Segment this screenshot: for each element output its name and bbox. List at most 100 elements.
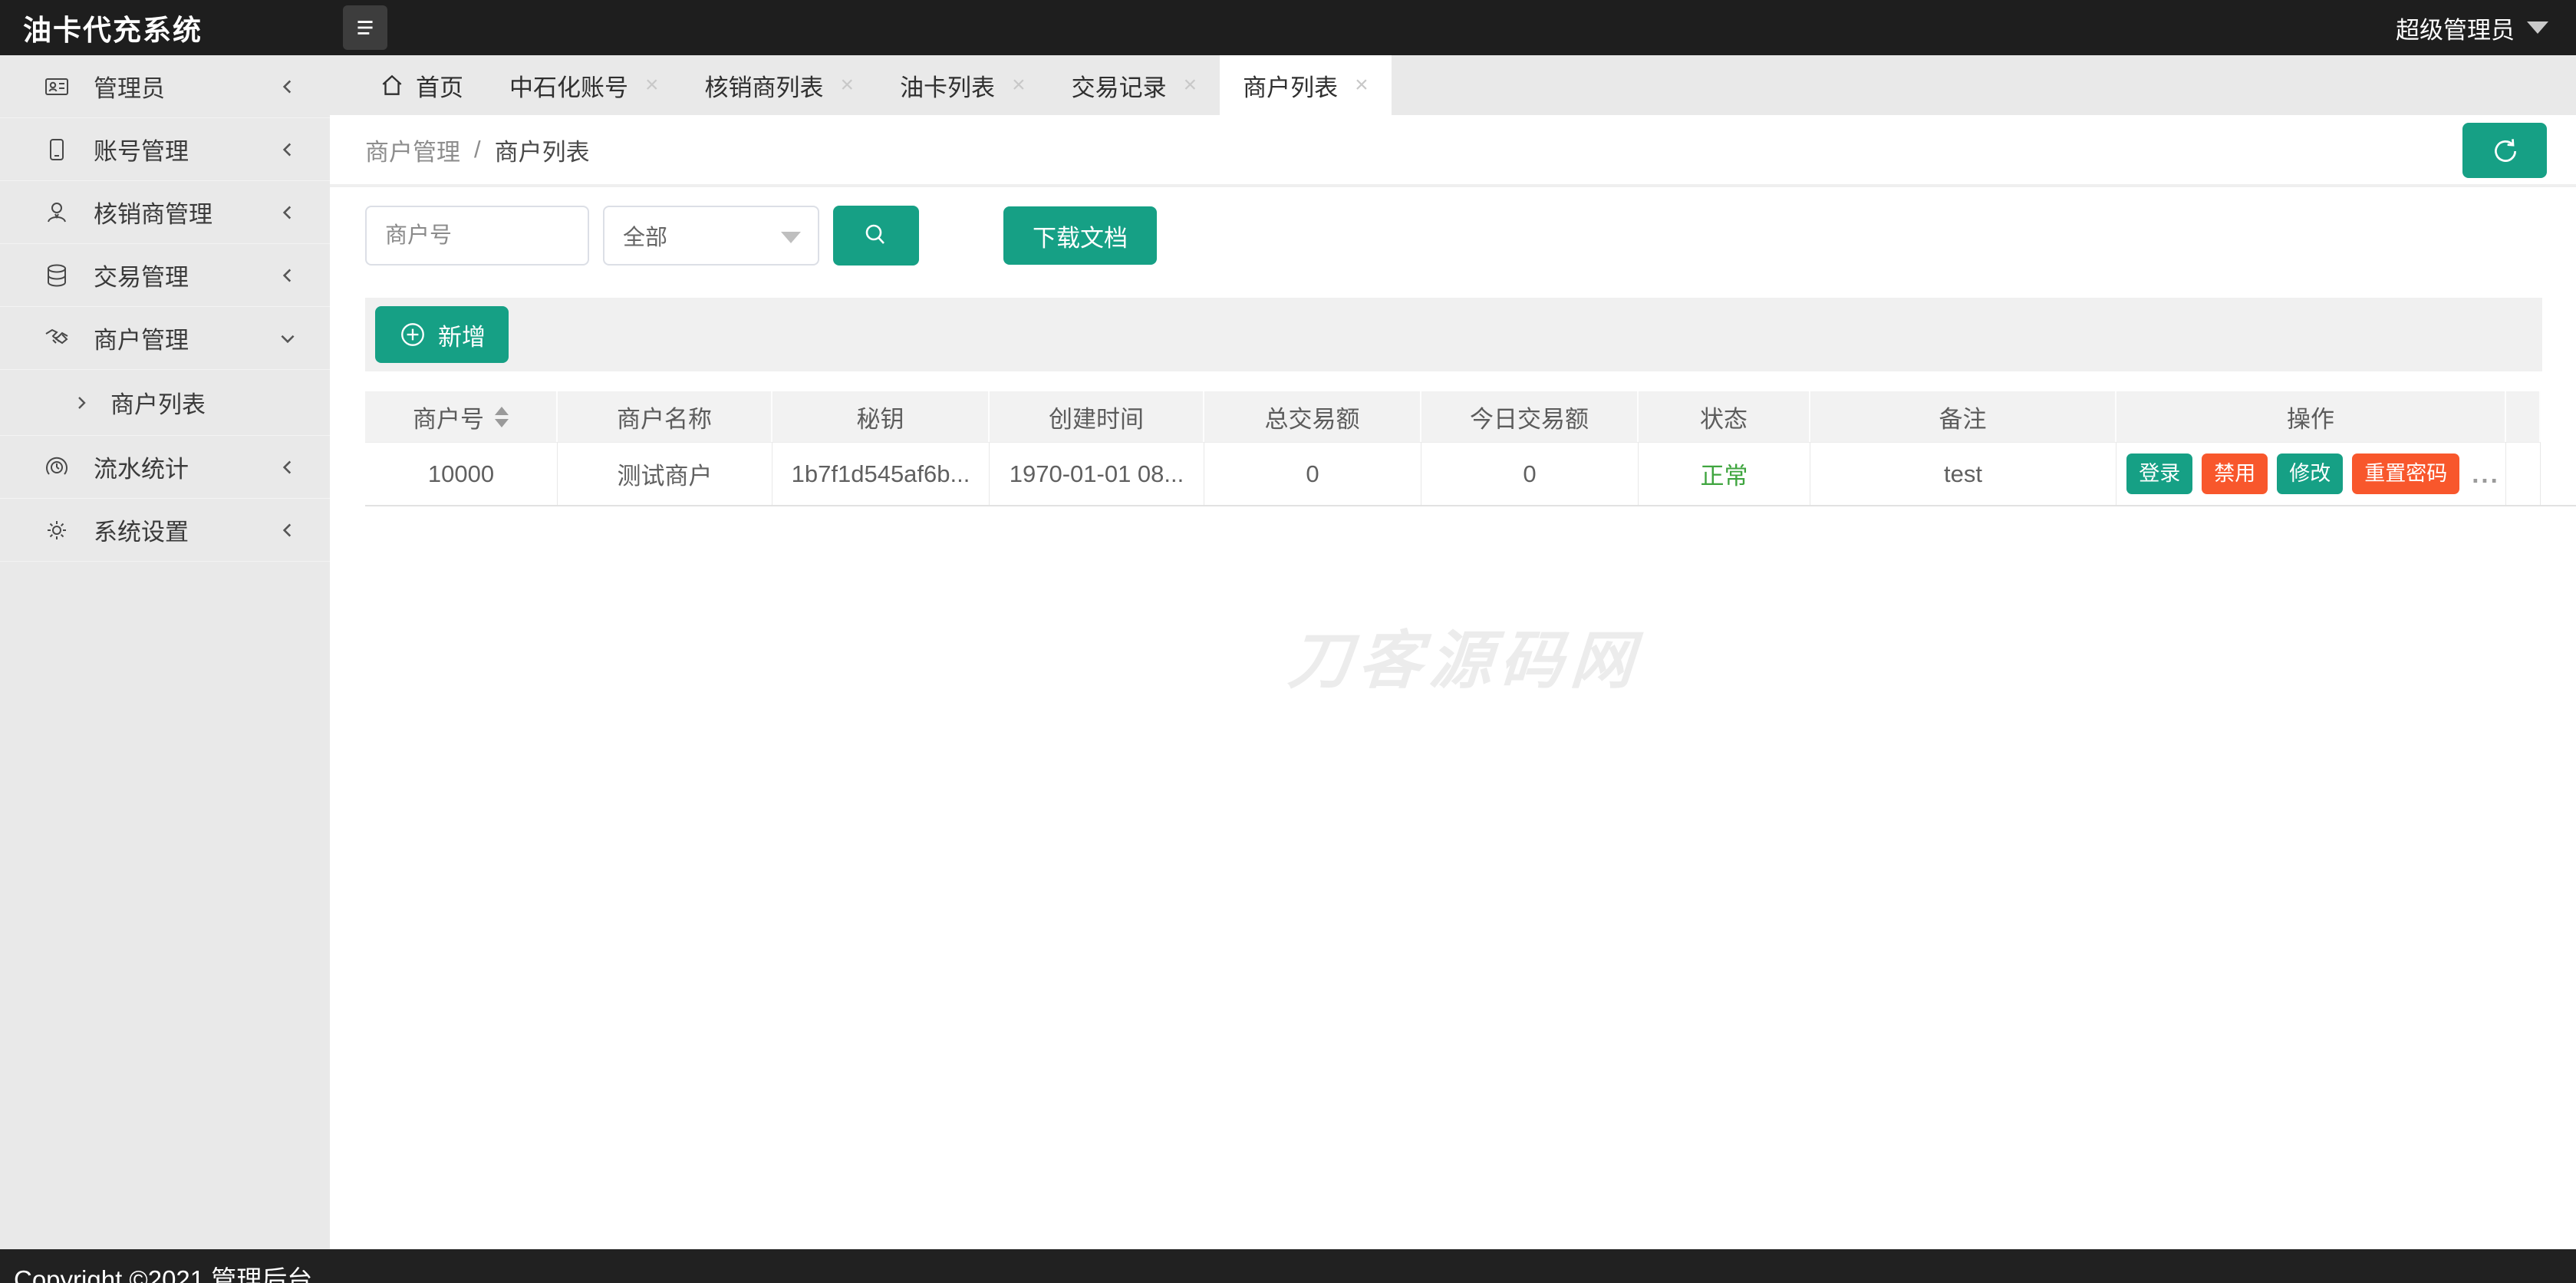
cell-name: 测试商户 [558, 442, 772, 505]
tab-home[interactable]: 首页 [356, 55, 486, 115]
tab-label: 中石化账号 [509, 74, 628, 101]
chevron-left-icon [282, 205, 292, 219]
more-actions-ellipsis[interactable]: ... [2472, 460, 2500, 489]
breadcrumb-separator: / [474, 136, 481, 163]
add-button[interactable]: 新增 [375, 306, 509, 363]
add-button-label: 新增 [438, 323, 486, 351]
column-header-actions: 操作 [2116, 391, 2506, 442]
sidebar-item-label: 流水统计 [94, 456, 189, 483]
disable-button[interactable]: 禁用 [2202, 453, 2268, 495]
column-header-name: 商户名称 [558, 391, 772, 442]
cell-actions: 登录 禁用 修改 重置密码 ... [2116, 442, 2506, 505]
id-card-icon [45, 78, 68, 95]
breadcrumb-bar: 商户管理 / 商户列表 [330, 115, 2576, 187]
cell-created: 1970-01-01 08... [990, 442, 1204, 505]
sidebar-item-admin[interactable]: 管理员 [0, 55, 330, 118]
column-header-merchant-no[interactable]: 商户号 [365, 391, 558, 442]
arrow-right-icon [78, 396, 86, 409]
search-icon [865, 224, 884, 244]
cell-status: 正常 [1639, 442, 1810, 505]
sidebar-item-merchant-list[interactable]: 商户列表 [0, 370, 330, 436]
close-icon[interactable]: × [1012, 74, 1026, 97]
mobile-icon [50, 138, 64, 160]
tab-merchant-list[interactable]: 商户列表 × [1220, 55, 1392, 115]
tab-label: 交易记录 [1071, 74, 1167, 101]
menu-list-icon [357, 21, 373, 35]
plus-circle-icon [401, 323, 424, 346]
column-header-status: 状态 [1639, 391, 1810, 442]
chevron-left-icon [282, 523, 292, 537]
table-row: 10000 测试商户 1b7f1d545af6b... 1970-01-01 0… [365, 442, 2576, 506]
status-select-value: 全部 [623, 226, 668, 250]
reset-password-button[interactable]: 重置密码 [2352, 453, 2460, 495]
download-doc-button[interactable]: 下载文档 [1003, 206, 1157, 265]
sidebar: 管理员 账号管理 核销商管理 交易管理 商户管理 商户列表 流水统计 系统设置 [0, 55, 330, 1249]
sidebar-toggle-button[interactable] [343, 5, 387, 50]
sidebar-item-statistics[interactable]: 流水统计 [0, 436, 330, 499]
edit-button[interactable]: 修改 [2277, 453, 2344, 495]
chevron-down-icon [2527, 21, 2548, 34]
sidebar-item-verifiers[interactable]: 核销商管理 [0, 181, 330, 244]
cell-spacer [2506, 442, 2541, 505]
close-icon[interactable]: × [841, 74, 855, 97]
close-icon[interactable]: × [1355, 74, 1369, 97]
chevron-down-icon [781, 232, 801, 243]
topbar: 油卡代充系统 超级管理员 [0, 0, 2576, 55]
merchant-no-input[interactable] [365, 206, 589, 266]
chevron-left-icon [282, 460, 292, 474]
refresh-icon [2495, 139, 2517, 162]
tab-label: 核销商列表 [704, 74, 824, 101]
tab-oil-card-list[interactable]: 油卡列表 × [877, 55, 1049, 115]
tab-verifier-list[interactable]: 核销商列表 × [682, 55, 878, 115]
sidebar-item-accounts[interactable]: 账号管理 [0, 118, 330, 181]
table-header-row: 商户号 商户名称 秘钥 创建时间 总交易额 今日交易额 状态 备注 操作 [365, 391, 2576, 442]
cell-total: 0 [1204, 442, 1421, 505]
sidebar-item-transactions[interactable]: 交易管理 [0, 244, 330, 307]
chevron-left-icon [282, 142, 292, 157]
footer-copyright: Copyright ©2021 管理后台 [0, 1249, 2576, 1283]
sidebar-item-label: 账号管理 [94, 138, 189, 165]
sidebar-item-merchants[interactable]: 商户管理 [0, 307, 330, 370]
cell-merchant-no: 10000 [365, 442, 558, 505]
breadcrumb-section: 商户管理 [365, 138, 460, 166]
gear-icon [48, 520, 66, 539]
tab-label: 首页 [416, 74, 463, 101]
column-header-remark: 备注 [1810, 391, 2116, 442]
login-button[interactable]: 登录 [2126, 453, 2193, 495]
table-toolbar: 新增 [365, 298, 2542, 371]
sidebar-item-label: 核销商管理 [94, 201, 212, 228]
database-icon [48, 264, 66, 287]
refresh-button[interactable] [2462, 123, 2547, 178]
user-name: 超级管理员 [2396, 16, 2515, 44]
tab-label: 油卡列表 [900, 74, 996, 101]
close-icon[interactable]: × [645, 74, 659, 97]
sidebar-item-settings[interactable]: 系统设置 [0, 499, 330, 562]
breadcrumb-page: 商户列表 [494, 138, 590, 166]
search-button[interactable] [833, 206, 919, 266]
sidebar-item-label: 系统设置 [94, 519, 189, 546]
chevron-left-icon [282, 79, 292, 94]
column-header-created: 创建时间 [990, 391, 1204, 442]
status-badge: 正常 [1700, 463, 1748, 490]
main-content: 首页 中石化账号 × 核销商列表 × 油卡列表 × 交易记录 × 商户列表 × [330, 55, 2576, 1249]
cell-secret: 1b7f1d545af6b... [772, 442, 990, 505]
chevron-down-icon [281, 335, 295, 343]
app-title: 油卡代充系统 [23, 15, 203, 46]
chevron-left-icon [282, 268, 292, 282]
user-menu[interactable]: 超级管理员 [2396, 0, 2548, 55]
gauge-icon [46, 457, 68, 475]
cell-today: 0 [1421, 442, 1639, 505]
column-header-secret: 秘钥 [772, 391, 990, 442]
close-icon[interactable]: × [1184, 74, 1197, 97]
tab-label: 商户列表 [1243, 74, 1339, 101]
home-icon [382, 74, 402, 95]
sort-icon[interactable] [495, 406, 509, 427]
tab-transaction-records[interactable]: 交易记录 × [1049, 55, 1220, 115]
sidebar-item-label: 交易管理 [94, 264, 189, 291]
handshake-icon [45, 328, 68, 344]
sidebar-item-label: 管理员 [94, 75, 165, 102]
column-header-today: 今日交易额 [1421, 391, 1639, 442]
status-select[interactable]: 全部 [603, 206, 819, 266]
tab-sinopec-accounts[interactable]: 中石化账号 × [486, 55, 682, 115]
column-header-total: 总交易额 [1204, 391, 1421, 442]
